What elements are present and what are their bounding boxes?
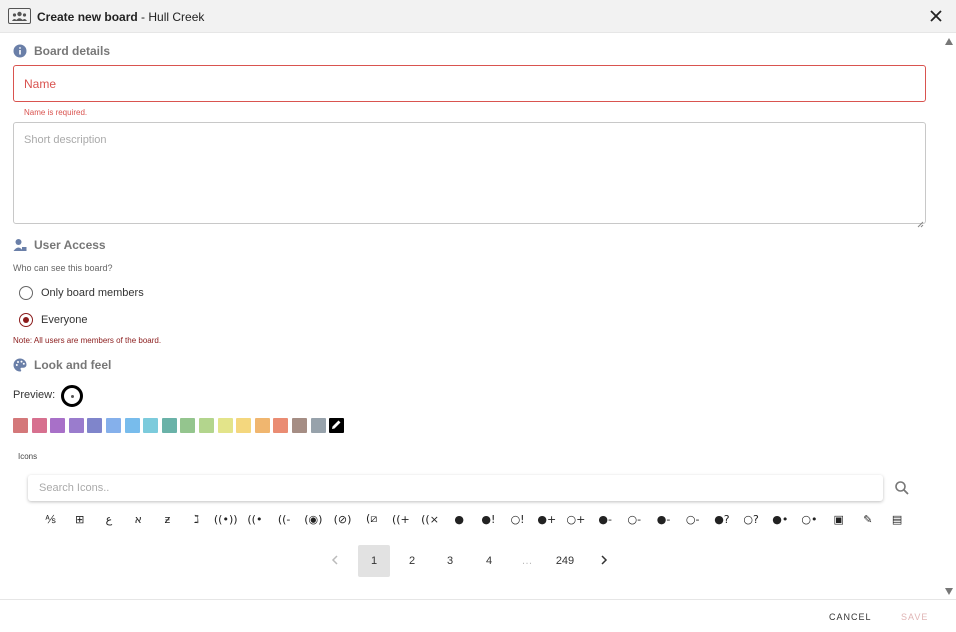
create-board-dialog: Create new board - Hull Creek Board deta… <box>0 0 956 632</box>
icon-option[interactable]: ⊞ <box>65 510 94 528</box>
info-icon <box>13 44 27 58</box>
icon-option[interactable]: ○+ <box>561 510 590 528</box>
icon-search-field[interactable] <box>28 475 883 501</box>
scrollbar[interactable] <box>942 33 956 598</box>
name-error-text: Name is required. <box>24 108 88 117</box>
icon-option[interactable]: ●• <box>766 510 795 528</box>
icon-option[interactable]: ▤ <box>882 510 911 528</box>
name-field[interactable] <box>13 65 926 102</box>
icon-option[interactable]: ●- <box>591 510 620 528</box>
color-swatch[interactable] <box>291 418 307 433</box>
icon-option[interactable]: ○? <box>737 510 766 528</box>
icon-option[interactable]: ▣ <box>824 510 853 528</box>
icon-option[interactable]: ○• <box>795 510 824 528</box>
color-swatch[interactable] <box>198 418 214 433</box>
icon-option[interactable]: ع <box>94 510 123 528</box>
page-4[interactable]: 4 <box>473 545 505 577</box>
page-3[interactable]: 3 <box>434 545 466 577</box>
dialog-title: Create new board - Hull Creek <box>37 10 205 24</box>
board-details-heading: Board details <box>13 44 110 58</box>
color-swatch[interactable] <box>68 418 84 433</box>
icon-option[interactable]: ((•)) <box>211 510 240 528</box>
color-swatch[interactable] <box>254 418 270 433</box>
palette-icon <box>13 358 27 372</box>
look-and-feel-heading: Look and feel <box>13 358 111 372</box>
search-icon[interactable] <box>894 480 910 496</box>
icon-option[interactable]: ((+ <box>386 510 415 528</box>
color-swatches <box>13 418 348 433</box>
icon-option[interactable]: ⅍ <box>36 510 65 528</box>
preview-label: Preview: <box>13 389 56 401</box>
icon-option[interactable]: ○- <box>620 510 649 528</box>
user-access-heading: User Access <box>13 238 106 252</box>
chevron-right-icon <box>600 554 608 568</box>
dialog-footer <box>0 599 956 632</box>
scroll-down-arrow-icon[interactable] <box>945 588 953 595</box>
color-swatch[interactable] <box>50 418 66 433</box>
icon-option[interactable]: ●- <box>649 510 678 528</box>
color-swatch[interactable] <box>161 418 177 433</box>
icon-option[interactable]: ƶ <box>153 510 182 528</box>
color-swatch[interactable] <box>236 418 252 433</box>
icon-option[interactable]: ● <box>445 510 474 528</box>
user-lock-icon <box>13 238 27 252</box>
icon-option[interactable]: ((× <box>415 510 444 528</box>
icons-label: Icons <box>18 452 38 461</box>
radio-everyone[interactable]: Everyone <box>19 313 87 327</box>
page-2[interactable]: 2 <box>396 545 428 577</box>
page-1[interactable]: 1 <box>358 545 390 577</box>
radio-button-selected[interactable] <box>19 313 33 327</box>
pagination-prev[interactable] <box>319 545 351 577</box>
icon-option[interactable]: ((- <box>270 510 299 528</box>
icon-option[interactable]: (⊘) <box>328 510 357 528</box>
color-swatch[interactable] <box>310 418 326 433</box>
icon-search-input[interactable] <box>28 475 883 501</box>
icon-grid: ⅍ ⊞ ع א ƶ ℷ ((•)) ((• ((- (◉) (⊘) (⧄ ((+ ((× ● ●! ○! ●+ ○+… <box>36 510 912 528</box>
icon-option[interactable]: ○- <box>678 510 707 528</box>
icon-option[interactable]: ℷ <box>182 510 211 528</box>
color-swatch[interactable] <box>217 418 233 433</box>
pagination-next[interactable] <box>588 545 620 577</box>
access-question: Who can see this board? <box>13 263 113 273</box>
pencil-icon <box>331 417 342 435</box>
color-swatch[interactable] <box>31 418 47 433</box>
dialog-header: Create new board - Hull Creek <box>0 0 956 33</box>
resize-grip-icon[interactable] <box>917 215 924 228</box>
page-last[interactable]: 249 <box>549 545 581 577</box>
page-ellipsis: … <box>521 555 533 567</box>
icon-option[interactable]: ○! <box>503 510 532 528</box>
color-swatch[interactable] <box>180 418 196 433</box>
color-swatch[interactable] <box>105 418 121 433</box>
icon-option[interactable]: (◉) <box>299 510 328 528</box>
icon-option[interactable]: ●! <box>474 510 503 528</box>
cancel-button[interactable]: CANCEL <box>829 612 872 622</box>
icon-option[interactable]: ●? <box>707 510 736 528</box>
color-swatch[interactable] <box>143 418 159 433</box>
preview-dot-icon <box>70 394 74 398</box>
save-button[interactable]: SAVE <box>901 612 928 622</box>
close-icon[interactable] <box>928 8 944 24</box>
icon-option[interactable]: (⧄ <box>357 510 386 528</box>
description-input[interactable] <box>14 123 925 223</box>
custom-color-button[interactable] <box>329 417 345 435</box>
icon-option[interactable]: ✎ <box>853 510 882 528</box>
chevron-left-icon <box>331 554 339 568</box>
color-swatch[interactable] <box>124 418 140 433</box>
icon-option[interactable]: ((• <box>240 510 269 528</box>
color-swatch[interactable] <box>273 418 289 433</box>
board-group-icon <box>8 8 31 24</box>
name-input[interactable] <box>14 66 925 101</box>
radio-only-board-members[interactable]: Only board members <box>19 286 144 300</box>
description-field[interactable] <box>13 122 926 228</box>
radio-button[interactable] <box>19 286 33 300</box>
access-note: Note: All users are members of the board… <box>13 336 162 345</box>
color-swatch[interactable] <box>87 418 103 433</box>
scroll-up-arrow-icon[interactable] <box>945 38 953 45</box>
icon-option[interactable]: ●+ <box>532 510 561 528</box>
icon-option[interactable]: א <box>124 510 153 528</box>
color-swatch[interactable] <box>13 418 28 433</box>
preview-avatar <box>61 385 83 407</box>
